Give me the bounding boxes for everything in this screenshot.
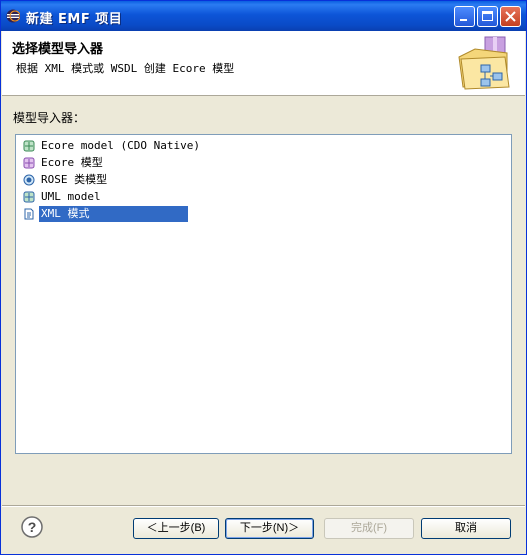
list-item-rose[interactable]: ROSE 类模型	[23, 172, 109, 188]
cdo-icon	[23, 140, 35, 152]
title-bar[interactable]: 新建 EMF 项目	[1, 1, 526, 31]
list-item-cdo[interactable]: Ecore model (CDO Native)	[23, 138, 202, 154]
cancel-button[interactable]: 取消	[421, 518, 511, 539]
next-button[interactable]: 下一步(N)＞	[225, 518, 314, 539]
ecore-icon	[23, 157, 35, 169]
maximize-button[interactable]	[477, 6, 498, 27]
maximize-icon	[482, 11, 493, 21]
minimize-icon	[460, 19, 467, 21]
page-description: 根据 XML 模式或 WSDL 创建 Ecore 模型	[16, 62, 235, 75]
model-importer-list[interactable]: Ecore model (CDO Native) Ecore 模型 ROSE 类…	[15, 134, 512, 454]
list-item-uml[interactable]: UML model	[23, 189, 103, 205]
import-wizard-icon	[458, 36, 510, 90]
finish-button[interactable]: 完成(F)	[324, 518, 414, 539]
list-item-label: XML 模式	[39, 206, 188, 222]
close-icon	[505, 11, 516, 22]
importers-label: 模型导入器：	[13, 111, 86, 125]
list-item-label: Ecore model (CDO Native)	[41, 139, 200, 152]
page-title: 选择模型导入器	[12, 42, 104, 57]
rose-icon	[23, 174, 35, 186]
close-button[interactable]	[500, 6, 521, 27]
uml-icon	[23, 191, 35, 203]
window-title: 新建 EMF 项目	[26, 12, 123, 27]
help-icon[interactable]: ?	[21, 516, 43, 538]
eclipse-icon	[6, 9, 20, 23]
list-item-label: ROSE 类模型	[41, 173, 108, 186]
list-item-label: UML model	[41, 190, 101, 203]
back-button[interactable]: ＜上一步(B)	[133, 518, 219, 539]
xsd-icon	[24, 208, 34, 220]
list-item-xsd[interactable]: XML 模式	[23, 206, 188, 222]
wizard-header: 选择模型导入器 根据 XML 模式或 WSDL 创建 Ecore 模型	[2, 31, 525, 96]
new-emf-project-dialog: 新建 EMF 项目 选择模型导入器 根据 XML 模式或 WSDL 创建 Eco…	[0, 0, 527, 555]
minimize-button[interactable]	[454, 6, 475, 27]
list-item-ecore[interactable]: Ecore 模型	[23, 155, 105, 171]
list-item-label: Ecore 模型	[41, 156, 103, 169]
footer-separator	[2, 505, 525, 507]
svg-text:?: ?	[28, 519, 37, 535]
